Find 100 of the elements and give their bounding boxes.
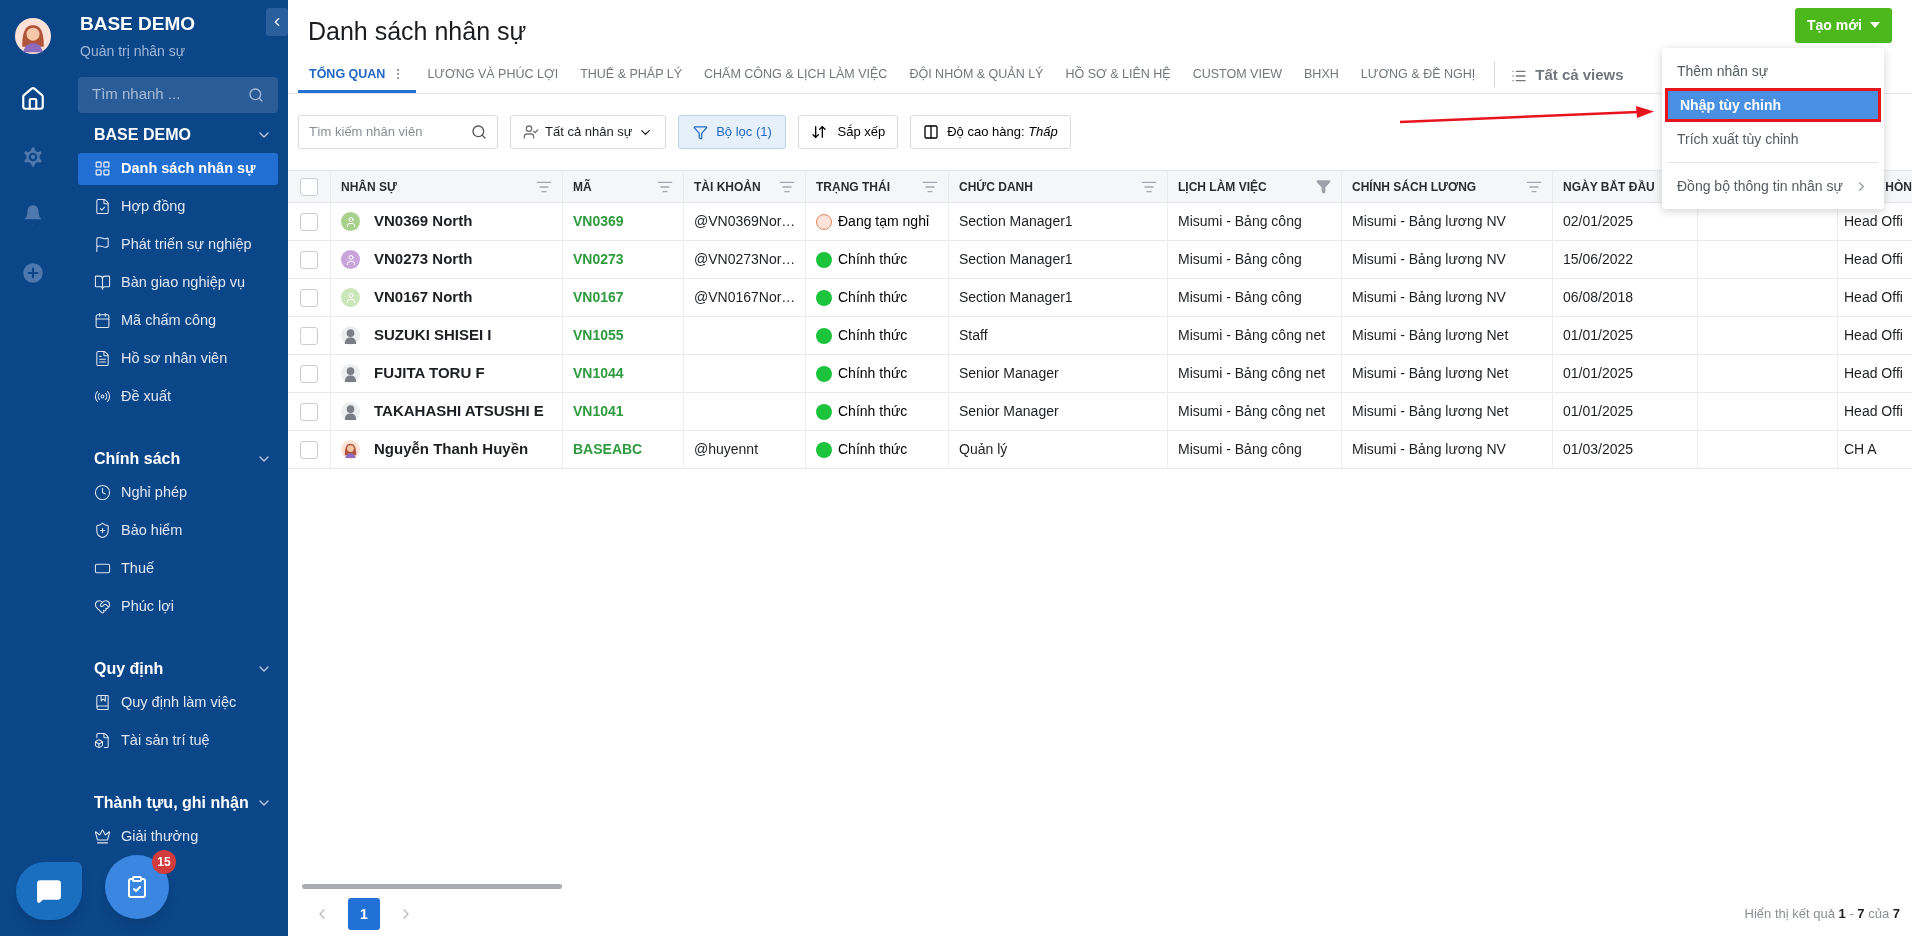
employee-name[interactable]: VN0369 North xyxy=(374,210,473,233)
employee-code[interactable]: VN0167 xyxy=(573,287,624,308)
table-cell-text: 01/01/2025 xyxy=(1563,402,1634,421)
row-height-button[interactable]: Độ cao hàng: Thấp xyxy=(910,115,1071,149)
scope-dropdown[interactable]: Tất cả nhân sự xyxy=(510,115,667,149)
tab[interactable]: CHẤM CÔNG & LỊCH LÀM VIỆC xyxy=(693,58,899,93)
table-cell-text: Misumi - Bảng lương Net xyxy=(1352,402,1509,421)
status-label: Đang tạm nghỉ xyxy=(838,212,930,231)
tab[interactable]: LƯƠNG VÀ PHÚC LỢI xyxy=(416,58,570,93)
table-cell-text: Senior Manager xyxy=(959,364,1059,383)
table-cell-text: Head Offi xyxy=(1844,212,1903,231)
tab[interactable]: CUSTOM VIEW xyxy=(1181,58,1293,93)
table-cell-text: Staff xyxy=(959,326,988,345)
status-label: Chính thức xyxy=(838,364,908,383)
table-cell-text: Misumi - Bảng công net xyxy=(1178,326,1326,345)
sort-button[interactable]: Sắp xếp xyxy=(798,115,899,149)
all-views-button[interactable]: Tất cả views xyxy=(1503,58,1632,93)
table-cell-text: Head Offi xyxy=(1844,326,1903,345)
tab[interactable]: THUẾ & PHÁP LÝ xyxy=(569,58,694,93)
column-header[interactable]: LỊCH LÀM VIỆC xyxy=(1178,177,1267,196)
employee-code[interactable]: VN1044 xyxy=(573,363,624,384)
employee-name[interactable]: VN0167 North xyxy=(374,286,473,309)
app-title: BASE DEMO xyxy=(80,12,196,36)
tab[interactable]: HỒ SƠ & LIÊN HỆ xyxy=(1054,58,1182,93)
table-cell-text: @huyennt xyxy=(694,440,759,459)
tab[interactable]: ĐỘI NHÓM & QUẢN LÝ xyxy=(898,58,1055,93)
column-header[interactable]: MÃ xyxy=(573,177,592,196)
employee-search-input[interactable]: Tìm kiếm nhân viên xyxy=(309,122,459,142)
employee-name[interactable]: TAKAHASHI ATSUSHI E xyxy=(374,400,544,423)
employee-code[interactable]: VN0273 xyxy=(573,249,624,270)
filter-button[interactable]: Bộ lọc (1) xyxy=(678,115,787,149)
sidebar-item[interactable]: Hồ sơ nhân viên xyxy=(78,342,278,375)
employee-name[interactable]: SUZUKI SHISEI I xyxy=(374,324,492,347)
menu-item[interactable]: Thêm nhân sự xyxy=(1665,54,1881,88)
employee-name[interactable]: VN0273 North xyxy=(374,248,473,271)
results-summary: Hiển thị kết quả 1 - 7 của 7 xyxy=(1744,905,1900,924)
employee-search-field[interactable]: Tìm kiếm nhân viên xyxy=(298,115,498,149)
table-cell-text: 01/01/2025 xyxy=(1563,326,1634,345)
sidebar-item[interactable]: Danh sách nhân sự xyxy=(78,152,278,185)
employee-code[interactable]: BASEABC xyxy=(573,439,643,460)
status-label: Chính thức xyxy=(838,326,908,345)
table-cell-text: 02/01/2025 xyxy=(1563,212,1634,231)
column-header[interactable]: NGÀY BẮT ĐẦU xyxy=(1563,177,1655,196)
employee-name[interactable]: Nguyễn Thanh Huyền xyxy=(374,438,529,461)
table-cell-text: @VN0369Nor… xyxy=(694,212,796,231)
sidebar-item[interactable]: Bảo hiểm xyxy=(78,514,278,547)
table-cell-text: Misumi - Bảng lương Net xyxy=(1352,364,1509,383)
status-label: Chính thức xyxy=(838,288,908,307)
quick-search-field[interactable]: Tìm nhanh ... xyxy=(78,76,278,113)
table-cell-text: Senior Manager xyxy=(959,402,1059,421)
app-subtitle: Quản trị nhân sự xyxy=(80,41,187,61)
menu-item[interactable]: Đồng bộ thông tin nhân sự xyxy=(1665,169,1881,203)
column-header[interactable]: CHỨC DANH xyxy=(959,177,1033,196)
table-cell-text: Misumi - Bảng lương NV xyxy=(1352,440,1506,459)
tab[interactable]: BHXH xyxy=(1293,58,1350,93)
table-cell-text: 15/06/2022 xyxy=(1563,250,1634,269)
employee-name[interactable]: FUJITA TORU F xyxy=(374,362,485,385)
table-cell-text: Misumi - Bảng lương Net xyxy=(1352,326,1509,345)
table-cell-text: 06/08/2018 xyxy=(1563,288,1634,307)
sidebar-item[interactable]: Phúc lợi xyxy=(78,590,278,623)
page-title: Danh sách nhân sự xyxy=(308,16,527,48)
menu-item[interactable]: Trích xuất tùy chỉnh xyxy=(1665,122,1881,156)
sidebar-item[interactable]: Phát triển sự nghiệp xyxy=(78,228,278,261)
tab[interactable]: LƯƠNG & ĐỀ NGHỊ xyxy=(1349,58,1487,93)
section-title[interactable]: Chính sách xyxy=(94,446,181,471)
sidebar-item[interactable]: Quy định làm việc xyxy=(78,686,278,719)
status-label: Chính thức xyxy=(838,402,908,421)
employee-code[interactable]: VN1055 xyxy=(573,325,624,346)
employee-code[interactable]: VN1041 xyxy=(573,401,624,422)
column-header[interactable]: TÀI KHOẢN xyxy=(694,177,761,196)
sidebar-item[interactable]: Nghỉ phép xyxy=(78,476,278,509)
table-cell-text: 01/03/2025 xyxy=(1563,440,1634,459)
section-title[interactable]: Quy định xyxy=(94,656,164,681)
section-title[interactable]: BASE DEMO xyxy=(94,122,191,147)
table-cell-text: Section Manager1 xyxy=(959,250,1073,269)
sidebar-item[interactable]: Thuế xyxy=(78,552,278,585)
tab[interactable]: TỔNG QUAN xyxy=(298,58,417,93)
column-header[interactable]: NHÂN SỰ xyxy=(341,177,397,196)
sidebar-item[interactable]: Mã chấm công xyxy=(78,304,278,337)
sidebar-item[interactable]: Hợp đồng xyxy=(78,190,278,223)
table-cell-text: @VN0273Nor… xyxy=(694,250,796,269)
table-cell-text: Quản lý xyxy=(959,440,1008,459)
table-cell-text: CH A xyxy=(1844,440,1877,459)
table-cell-text: Misumi - Bảng lương NV xyxy=(1352,250,1506,269)
column-header[interactable]: CHÍNH SÁCH LƯƠNG xyxy=(1352,177,1477,196)
employee-code[interactable]: VN0369 xyxy=(573,211,624,232)
column-header[interactable]: HÒN xyxy=(1885,177,1912,196)
sidebar-item[interactable]: Giải thưởng xyxy=(78,820,278,853)
page-button[interactable]: 1 xyxy=(348,898,380,930)
table-cell-text: Misumi - Bảng lương NV xyxy=(1352,288,1506,307)
section-title[interactable]: Thành tựu, ghi nhận xyxy=(94,790,249,815)
table-cell-text: 01/01/2025 xyxy=(1563,364,1634,383)
column-header[interactable]: TRẠNG THÁI xyxy=(816,177,890,196)
table-cell-text: Misumi - Bảng lương NV xyxy=(1352,212,1506,231)
sidebar-item[interactable]: Tài sản trí tuệ xyxy=(78,724,278,757)
table-cell-text: Misumi - Bảng công net xyxy=(1178,402,1326,421)
sidebar-item[interactable]: Đề xuất xyxy=(78,380,278,413)
quick-search-input[interactable]: Tìm nhanh ... xyxy=(92,83,232,106)
sidebar-item[interactable]: Bàn giao nghiệp vụ xyxy=(78,266,278,299)
status-label: Chính thức xyxy=(838,440,908,459)
